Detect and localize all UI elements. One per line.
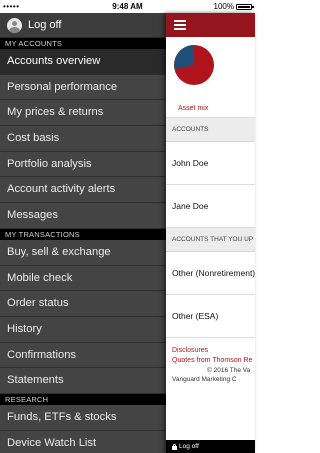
side-menu: Log off MY ACCOUNTS Accounts overview Pers…: [0, 13, 166, 453]
menu-section-header: RESEARCH: [0, 393, 166, 405]
avatar: [7, 17, 22, 33]
copyright-line-1: © 2016 The Va: [207, 367, 251, 374]
menu-item[interactable]: History: [0, 316, 166, 343]
bottom-logoff-label: Log off: [179, 443, 199, 450]
menu-sections: MY ACCOUNTS Accounts overview Personal per…: [0, 38, 166, 453]
menu-item[interactable]: My prices & returns: [0, 100, 166, 127]
battery-icon: [236, 3, 254, 10]
menu-item[interactable]: Order status: [0, 291, 166, 317]
menu-item[interactable]: Personal performance: [0, 74, 166, 101]
accounts-you-section-header: ACCOUNTS THAT YOU UP: [166, 228, 255, 252]
asset-mix-pie-chart: [174, 45, 214, 85]
logoff-header-button[interactable]: Log off: [0, 13, 166, 38]
copyright-line-2: Vanguard Marketing C: [172, 376, 237, 383]
battery-percent: 100%: [213, 2, 234, 11]
account-row[interactable]: Other (Nonretirement): [166, 252, 255, 295]
account-row[interactable]: Jane Doe: [166, 185, 255, 228]
accounts-list: John Doe Jane Doe: [166, 142, 255, 228]
menu-item[interactable]: Cost basis: [0, 126, 166, 152]
hamburger-menu-icon[interactable]: [174, 20, 186, 30]
menu-item[interactable]: Confirmations: [0, 342, 166, 369]
pie-slice-blue: [174, 45, 194, 69]
quotes-link[interactable]: Quotes from Thomson Re: [172, 356, 255, 366]
menu-item[interactable]: Buy, sell & exchange: [0, 239, 166, 266]
top-bar: [166, 13, 255, 37]
account-row[interactable]: Other (ESA): [166, 295, 255, 338]
copyright: © 2016 The Va Vanguard Marketing C: [166, 366, 255, 384]
menu-section-header: MY ACCOUNTS: [0, 38, 166, 49]
footer-links: Disclosures Quotes from Thomson Re: [166, 338, 255, 366]
menu-item[interactable]: Statements: [0, 368, 166, 394]
menu-section-header: MY TRANSACTIONS: [0, 228, 166, 240]
menu-item[interactable]: Funds, ETFs & stocks: [0, 404, 166, 431]
menu-item[interactable]: Accounts overview: [0, 49, 166, 75]
menu-item[interactable]: Mobile check: [0, 265, 166, 292]
disclosures-link[interactable]: Disclosures: [172, 346, 255, 356]
other-accounts-list: Other (Nonretirement) Other (ESA): [166, 252, 255, 338]
account-row[interactable]: John Doe: [166, 142, 255, 185]
bottom-logoff-button[interactable]: Log off: [166, 440, 255, 453]
menu-item[interactable]: Device Watch List: [0, 430, 166, 453]
lock-icon: [172, 443, 177, 450]
asset-mix-link[interactable]: Asset mix: [178, 105, 208, 112]
menu-item[interactable]: Portfolio analysis: [0, 151, 166, 178]
status-bar: ••••• 9:48 AM 100%: [0, 0, 255, 13]
asset-mix-card[interactable]: Asset mix: [166, 37, 255, 118]
accounts-section-header: ACCOUNTS: [166, 118, 255, 142]
menu-item[interactable]: Account activity alerts: [0, 177, 166, 204]
main-panel[interactable]: Asset mix ACCOUNTS John Doe Jane Doe ACCO…: [166, 13, 255, 453]
logoff-label: Log off: [28, 19, 62, 31]
battery-indicator: 100%: [213, 0, 254, 13]
menu-item[interactable]: Messages: [0, 203, 166, 229]
